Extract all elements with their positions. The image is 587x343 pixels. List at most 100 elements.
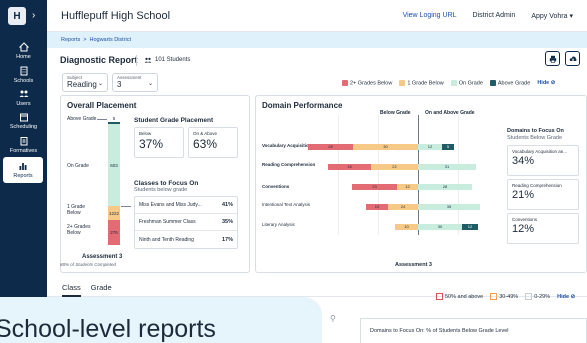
- sidebar-item-label: Users: [16, 101, 31, 107]
- users-icon: [144, 57, 152, 63]
- bar-above-grade: 5: [442, 144, 454, 150]
- legend-label: Above Grade: [497, 80, 531, 87]
- breadcrumb-separator: >: [83, 37, 87, 43]
- legend-label: On Grade: [458, 80, 483, 87]
- class-name: Ninth and Tenth Reading: [139, 236, 194, 243]
- classes-focus-subtitle: Students below grade: [134, 187, 188, 193]
- user-menu[interactable]: Appy Vohra ▾: [531, 12, 573, 20]
- domains-focus-subtitle: Students Below Grade: [507, 135, 563, 141]
- breadcrumb-current[interactable]: Hogwarts District: [89, 37, 131, 43]
- below-pct: 37%: [139, 137, 164, 151]
- sidebar-item-reports[interactable]: Reports: [3, 157, 43, 183]
- legend-swatch: [450, 80, 457, 86]
- gridline: [338, 115, 339, 235]
- list-item[interactable]: Miss Evans and Miss Judy... 41%: [135, 197, 237, 214]
- legend-swatch: [342, 80, 348, 86]
- bar-above-grade: 12: [462, 224, 478, 230]
- legend-label: 2+ Grades Below: [350, 80, 393, 87]
- hide-label: Hide: [537, 80, 550, 87]
- sidebar-item-home[interactable]: Home: [0, 38, 47, 64]
- bar-one-below: 10: [395, 224, 418, 230]
- breadcrumb-reports[interactable]: Reports: [61, 37, 80, 43]
- students-count-label: 101 Students: [155, 57, 191, 63]
- bar-on-grade: 28: [418, 184, 472, 190]
- below-grade-heading: Below Grade: [380, 110, 411, 116]
- domain-row-label: Intentional Text Analysis: [262, 202, 310, 207]
- hide-label: Hide: [557, 293, 570, 300]
- gridline: [458, 115, 459, 235]
- eye-off-icon: ⊘: [550, 80, 556, 87]
- legend: 2+ Grades Below 1 Grade Below On Grade A…: [342, 80, 555, 86]
- completion-label: 88% of Students Completed: [60, 262, 117, 267]
- list-item[interactable]: Freshman Summer Class 35%: [135, 214, 237, 231]
- chevron-down-icon: ⌄: [97, 81, 103, 87]
- list-item[interactable]: Ninth and Tenth Reading 17%: [135, 231, 237, 248]
- legend-one-below: 1 Grade Below: [399, 80, 444, 87]
- heatmap-legend: 50% and above 30-49% 0-29% Hide ⊘: [436, 293, 575, 300]
- legend-high: 50% and above: [436, 293, 483, 300]
- domains-table-header: Domains to Focus On: % of Students Below…: [370, 328, 509, 334]
- classes-focus-title: Classes to Focus On: [134, 180, 199, 187]
- bar-on-grade: 35: [418, 204, 480, 210]
- legend-swatch: [399, 80, 406, 86]
- view-tabs: Class Grade: [62, 283, 112, 297]
- chevron-right-icon[interactable]: ›: [32, 10, 35, 21]
- sidebar-item-formatives[interactable]: Formatives: [0, 132, 47, 158]
- sidebar-item-scheduling[interactable]: Scheduling: [0, 108, 47, 134]
- domain-focus-label: Vocabulary Acquisition an...: [512, 149, 568, 154]
- sidebar-item-label: Reports: [13, 173, 33, 179]
- domains-focus-title: Domains to Focus On: [507, 128, 564, 134]
- class-name: Miss Evans and Miss Judy...: [139, 202, 202, 208]
- classes-focus-list: Miss Evans and Miss Judy... 41% Freshman …: [134, 196, 238, 249]
- users-icon: [19, 90, 28, 97]
- connector-line: [121, 206, 131, 207]
- download-button[interactable]: [565, 51, 580, 66]
- bar-on-grade: 30: [418, 224, 462, 230]
- above-grade-value: 5: [112, 116, 116, 121]
- bar-on-grade: 12: [418, 144, 442, 150]
- legend-swatch: [436, 293, 443, 300]
- bar-two-below: 10: [366, 204, 388, 210]
- bar-chart-icon: [19, 163, 27, 170]
- chevron-down-icon: ▾: [569, 12, 573, 20]
- view-login-url-link[interactable]: View Loging URL: [403, 12, 457, 19]
- legend-mid: 30-49%: [490, 293, 518, 300]
- tab-class[interactable]: Class: [62, 283, 81, 297]
- domain-focus-card[interactable]: Reading Comprehension 21%: [507, 179, 579, 210]
- on-above-card: On & Above 63%: [188, 127, 238, 158]
- page-title: Diagnostic Report: [60, 55, 138, 65]
- hide-legend-button[interactable]: Hide ⊘: [557, 294, 575, 300]
- hide-legend-button[interactable]: Hide ⊘: [537, 80, 555, 86]
- sidebar: H › Home Schools Users Scheduling Format…: [0, 0, 47, 343]
- breadcrumb: Reports > Hogwarts District: [47, 32, 587, 48]
- on-above-label: On & Above: [193, 131, 218, 136]
- subject-select[interactable]: Subject Reading ⌄: [62, 73, 108, 92]
- legend-swatch: [489, 80, 496, 86]
- promo-text: School-level reports: [0, 315, 216, 343]
- domain-row-label: Literary Analysis: [262, 222, 295, 227]
- below-label: Below: [139, 131, 152, 136]
- domain-focus-card[interactable]: Vocabulary Acquisition an... 34%: [507, 145, 579, 176]
- building-icon: [20, 66, 27, 76]
- eye-off-icon: ⊘: [570, 293, 576, 300]
- zero-axis: [418, 115, 419, 235]
- assessment-select[interactable]: Assessment 3 ⌄: [112, 73, 158, 92]
- printer-icon: [549, 55, 556, 63]
- legend-label: 1 Grade Below: [407, 80, 444, 87]
- one-grade-below-label: 1 Grade Below: [67, 204, 86, 216]
- bar-one-below: 22: [371, 164, 418, 170]
- divider: [136, 55, 137, 66]
- domain-focus-pct: 34%: [512, 155, 535, 167]
- on-grade-label: On Grade: [67, 163, 89, 169]
- class-pct: 35%: [221, 219, 233, 225]
- class-name: Freshman Summer Class: [139, 219, 196, 225]
- search-icon[interactable]: ⚲: [330, 314, 336, 323]
- app-logo[interactable]: H ›: [8, 7, 38, 27]
- domain-focus-label: Reading Comprehension: [512, 183, 562, 188]
- domain-focus-pct: 12%: [512, 223, 535, 235]
- domain-focus-card[interactable]: Conventions 12%: [507, 213, 579, 244]
- on-grade-value: 603: [110, 163, 118, 168]
- tab-grade[interactable]: Grade: [91, 283, 112, 297]
- print-button[interactable]: [545, 51, 560, 66]
- calendar-icon: [19, 113, 28, 122]
